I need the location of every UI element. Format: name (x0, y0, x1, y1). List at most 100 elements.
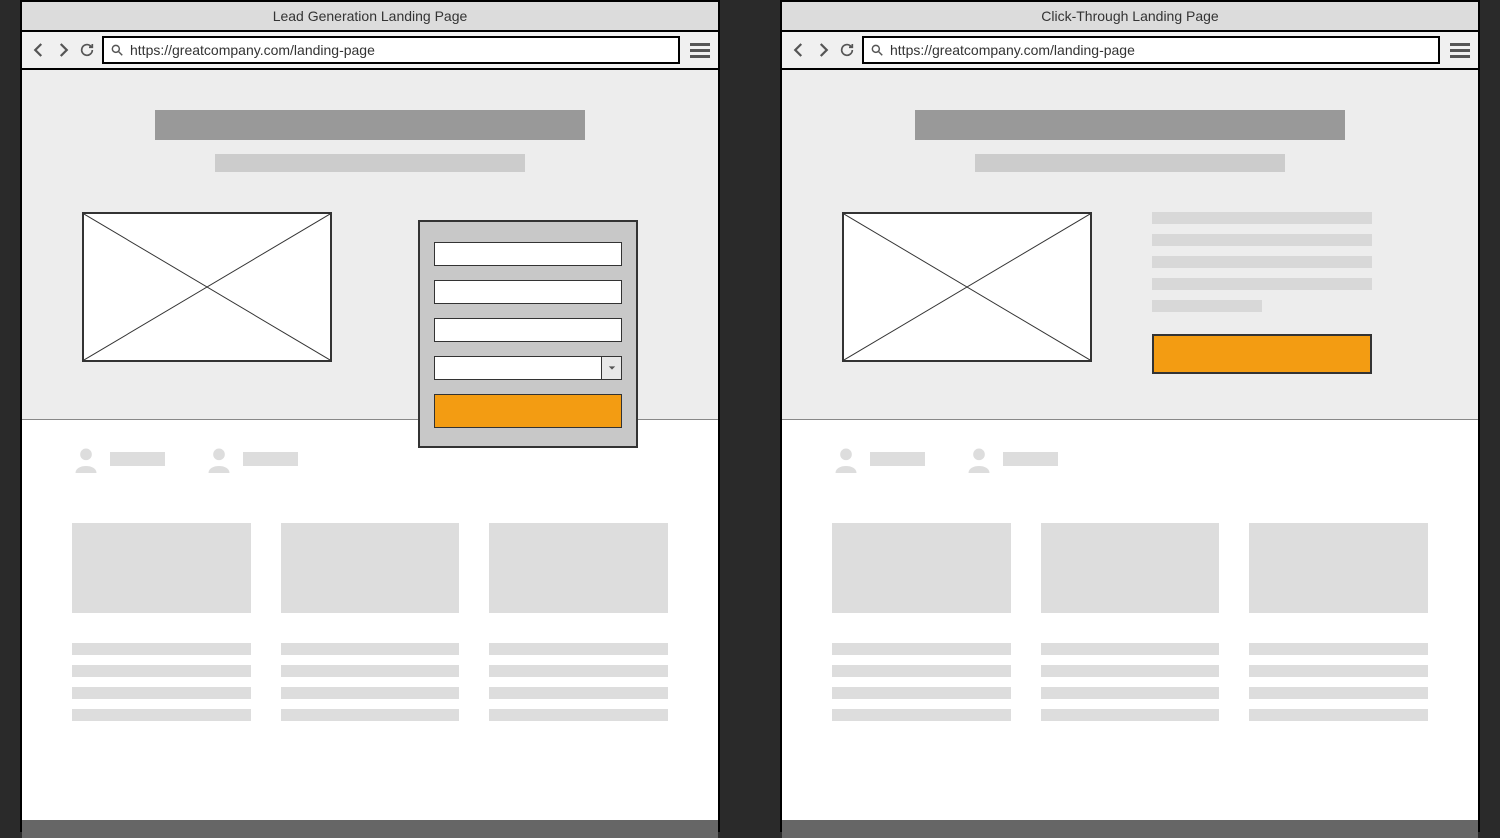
text-placeholder (281, 709, 460, 721)
text-placeholder (1249, 643, 1428, 655)
hamburger-icon[interactable] (690, 43, 710, 58)
hamburger-icon[interactable] (1450, 43, 1470, 58)
text-placeholder (489, 665, 668, 677)
search-icon (870, 43, 884, 57)
url-text: https://greatcompany.com/landing-page (130, 42, 375, 58)
text-placeholder (832, 665, 1011, 677)
person-item (832, 445, 925, 473)
text-placeholder (489, 687, 668, 699)
avatar-icon (965, 445, 993, 473)
text-placeholder (1249, 687, 1428, 699)
hero-section (22, 70, 718, 420)
text-placeholder (72, 687, 251, 699)
text-placeholder (1152, 234, 1372, 246)
social-proof-row (72, 445, 668, 473)
avatar-icon (205, 445, 233, 473)
footer-placeholder (22, 820, 718, 838)
footer-placeholder (782, 820, 1478, 838)
text-placeholder (489, 643, 668, 655)
card-image-placeholder (72, 523, 251, 613)
below-fold-section (22, 420, 718, 820)
reload-icon[interactable] (78, 41, 96, 59)
card-image-placeholder (281, 523, 460, 613)
subheadline-placeholder (975, 154, 1285, 172)
feature-card (1041, 523, 1220, 721)
text-placeholder (1041, 709, 1220, 721)
person-item (965, 445, 1058, 473)
card-image-placeholder (489, 523, 668, 613)
window-title: Lead Generation Landing Page (22, 2, 718, 32)
browser-toolbar: https://greatcompany.com/landing-page (22, 32, 718, 70)
page-content (782, 70, 1478, 830)
text-placeholder (72, 709, 251, 721)
text-placeholder (281, 687, 460, 699)
text-placeholder (1152, 278, 1372, 290)
avatar-icon (832, 445, 860, 473)
text-placeholder (1041, 687, 1220, 699)
url-bar[interactable]: https://greatcompany.com/landing-page (102, 36, 680, 64)
person-item (205, 445, 298, 473)
card-image-placeholder (1041, 523, 1220, 613)
person-item (72, 445, 165, 473)
text-placeholder (832, 643, 1011, 655)
forward-icon[interactable] (54, 41, 72, 59)
hero-copy (1152, 212, 1372, 374)
person-name-placeholder (1003, 452, 1058, 466)
headline-placeholder (155, 110, 585, 140)
social-proof-row (832, 445, 1428, 473)
hero-image-placeholder (842, 212, 1092, 362)
chevron-down-icon (601, 357, 621, 379)
feature-card (489, 523, 668, 721)
feature-card (72, 523, 251, 721)
back-icon[interactable] (790, 41, 808, 59)
window-title: Click-Through Landing Page (782, 2, 1478, 32)
feature-cards (832, 523, 1428, 721)
person-name-placeholder (870, 452, 925, 466)
form-input-3[interactable] (434, 318, 622, 342)
person-name-placeholder (243, 452, 298, 466)
submit-button[interactable] (434, 394, 622, 428)
text-placeholder (832, 687, 1011, 699)
text-placeholder (832, 709, 1011, 721)
feature-cards (72, 523, 668, 721)
avatar-icon (72, 445, 100, 473)
search-icon (110, 43, 124, 57)
text-placeholder (281, 643, 460, 655)
text-placeholder (1041, 643, 1220, 655)
browser-toolbar: https://greatcompany.com/landing-page (782, 32, 1478, 70)
subheadline-placeholder (215, 154, 525, 172)
browser-window-leadgen: Lead Generation Landing Page https://gre… (20, 0, 720, 832)
text-placeholder (72, 643, 251, 655)
below-fold-section (782, 420, 1478, 820)
feature-card (1249, 523, 1428, 721)
text-placeholder (1152, 212, 1372, 224)
browser-window-clickthrough: Click-Through Landing Page https://great… (780, 0, 1480, 832)
form-input-1[interactable] (434, 242, 622, 266)
back-icon[interactable] (30, 41, 48, 59)
cta-button[interactable] (1152, 334, 1372, 374)
text-placeholder (1249, 665, 1428, 677)
url-text: https://greatcompany.com/landing-page (890, 42, 1135, 58)
text-placeholder (1041, 665, 1220, 677)
text-placeholder (489, 709, 668, 721)
text-placeholder (281, 665, 460, 677)
text-placeholder (72, 665, 251, 677)
feature-card (281, 523, 460, 721)
url-bar[interactable]: https://greatcompany.com/landing-page (862, 36, 1440, 64)
forward-icon[interactable] (814, 41, 832, 59)
reload-icon[interactable] (838, 41, 856, 59)
hero-image-placeholder (82, 212, 332, 362)
text-placeholder (1152, 256, 1372, 268)
form-input-2[interactable] (434, 280, 622, 304)
page-content (22, 70, 718, 830)
person-name-placeholder (110, 452, 165, 466)
text-placeholder (1152, 300, 1262, 312)
lead-form (418, 220, 638, 448)
text-placeholder (1249, 709, 1428, 721)
card-image-placeholder (1249, 523, 1428, 613)
feature-card (832, 523, 1011, 721)
form-select[interactable] (434, 356, 622, 380)
headline-placeholder (915, 110, 1345, 140)
hero-section (782, 70, 1478, 420)
card-image-placeholder (832, 523, 1011, 613)
